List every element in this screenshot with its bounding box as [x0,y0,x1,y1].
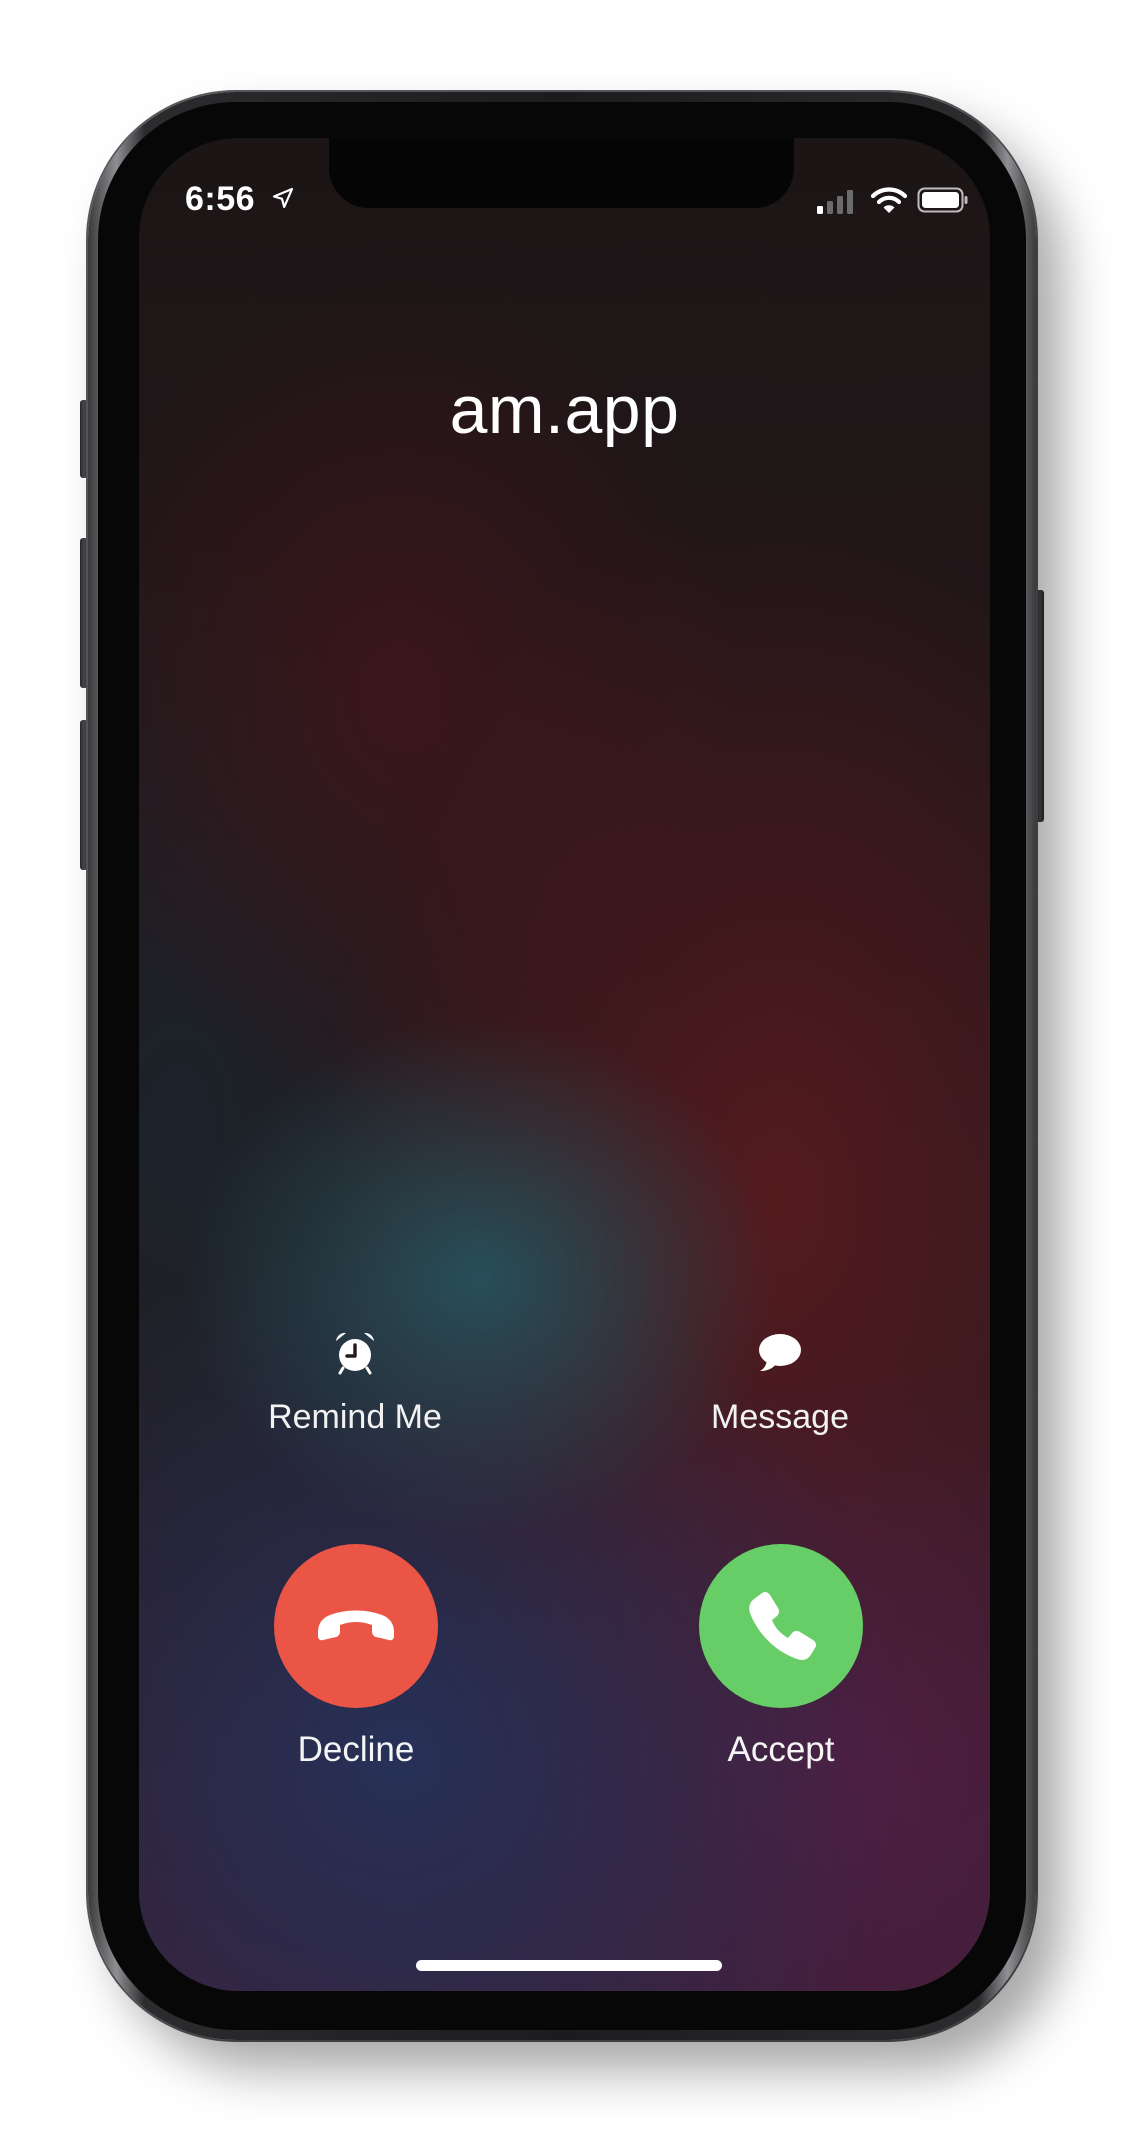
wifi-icon [871,187,907,213]
alarm-clock-icon [336,1332,374,1375]
phone-hangup-icon [318,1610,394,1641]
status-time: 6:56 [185,180,256,218]
remind-me-button[interactable]: Remind Me [245,1330,465,1437]
home-indicator[interactable] [416,1960,722,1971]
incoming-call-screen: 6:56 am.app Remind Me Message Decline Ac… [139,138,990,1991]
message-button[interactable]: Message [670,1330,890,1437]
decline-label: Decline [297,1730,415,1769]
battery-full-icon [917,187,968,213]
speech-bubble-icon [759,1334,801,1371]
phone-icon [749,1591,817,1660]
location-arrow-icon [272,187,294,209]
notch [329,138,794,208]
accept-button[interactable] [699,1544,863,1708]
cellular-signal-icon [817,190,853,214]
caller-name: am.app [449,372,680,448]
remind-me-label: Remind Me [268,1398,442,1436]
volume-down-button [80,720,88,870]
accept-label: Accept [727,1730,835,1769]
silent-switch [80,400,88,478]
message-label: Message [711,1398,849,1436]
side-button [1036,590,1044,822]
decline-button[interactable] [274,1544,438,1708]
volume-up-button [80,538,88,688]
